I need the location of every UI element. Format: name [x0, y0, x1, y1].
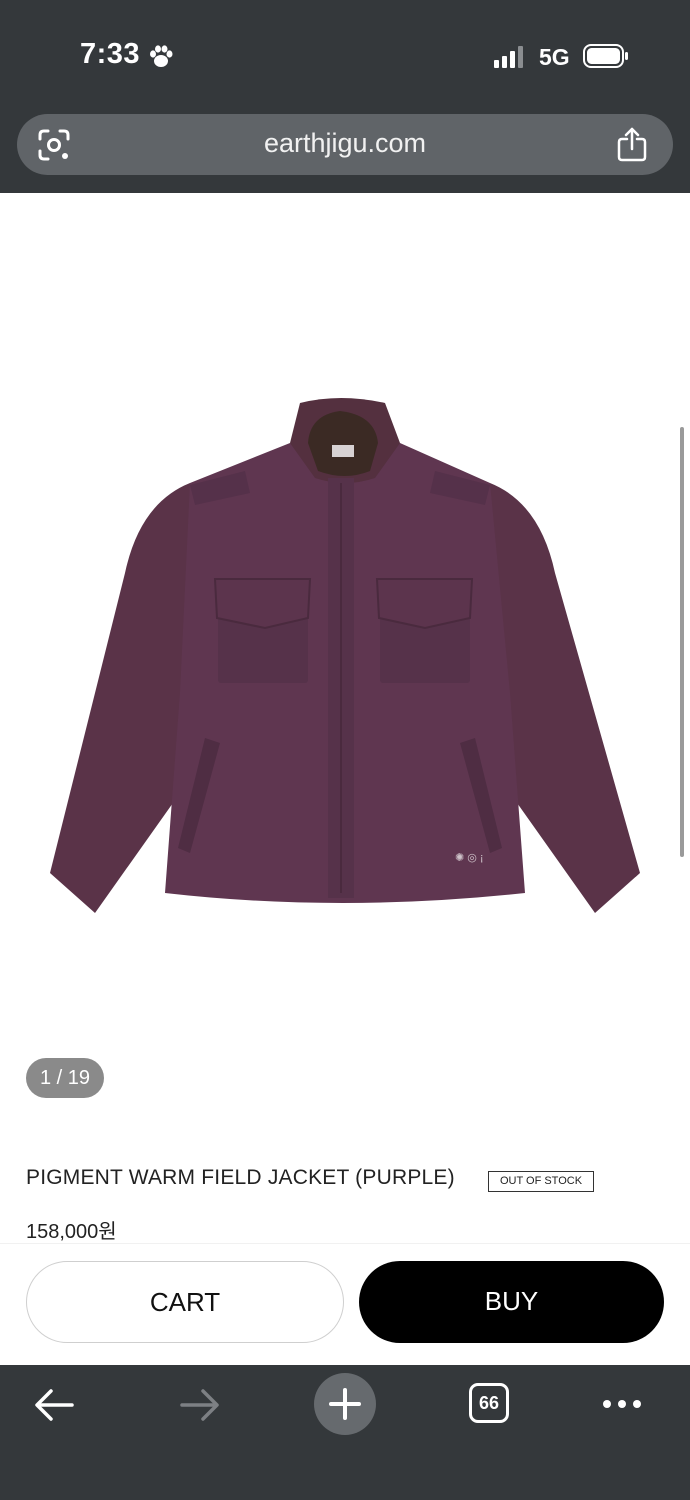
forward-arrow-icon[interactable] — [178, 1385, 222, 1425]
more-options-icon[interactable] — [600, 1389, 644, 1419]
share-icon[interactable] — [615, 126, 649, 162]
paw-icon — [150, 45, 173, 67]
browser-bottom-toolbar: 66 — [0, 1365, 690, 1500]
product-image[interactable]: ✺ ◎ ¡ — [40, 393, 650, 933]
purchase-action-bar: CART BUY — [0, 1243, 690, 1365]
back-arrow-icon[interactable] — [32, 1385, 76, 1425]
image-counter: 1 / 19 — [26, 1058, 104, 1098]
signal-icon — [494, 46, 523, 68]
buy-button[interactable]: BUY — [359, 1261, 664, 1343]
plus-icon — [329, 1388, 361, 1420]
browser-top-chrome: 7:33 5G earthjigu.com — [0, 0, 690, 193]
page-content: ✺ ◎ ¡ — [0, 193, 690, 1243]
product-price: 158,000원 — [26, 1221, 117, 1243]
url-text[interactable]: earthjigu.com — [17, 128, 673, 159]
cart-button[interactable]: CART — [26, 1261, 344, 1343]
network-type: 5G — [539, 44, 570, 70]
page-scrollbar[interactable] — [680, 427, 684, 857]
tab-switcher-button[interactable]: 66 — [469, 1383, 509, 1423]
new-tab-button[interactable] — [314, 1373, 376, 1435]
status-time: 7:33 — [80, 38, 141, 70]
address-bar[interactable]: earthjigu.com — [17, 114, 673, 175]
product-title: PIGMENT WARM FIELD JACKET (PURPLE) — [26, 1166, 455, 1189]
battery-icon — [583, 44, 628, 68]
stock-status-badge: OUT OF STOCK — [488, 1171, 594, 1192]
svg-text:✺ ◎ ¡: ✺ ◎ ¡ — [455, 852, 484, 864]
